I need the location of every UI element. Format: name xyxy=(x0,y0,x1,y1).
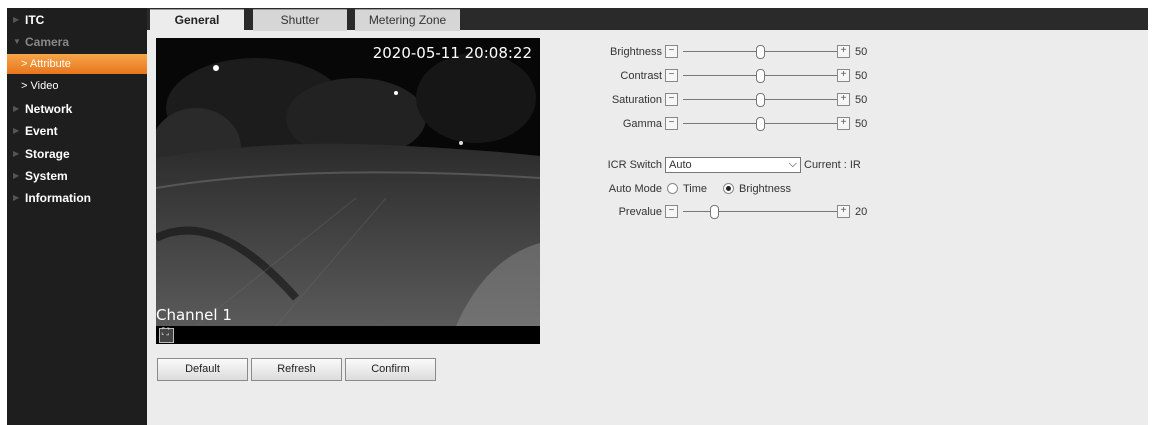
gamma-slider-row: Gamma − +50 xyxy=(587,116,887,132)
chevron-down-icon: ⌵ xyxy=(788,158,797,170)
sidebar-item-label: Storage xyxy=(25,147,70,161)
saturation-slider-label: Saturation xyxy=(611,94,662,106)
collapsed-arrow-icon: ▶ xyxy=(13,104,20,113)
camera-scene xyxy=(156,38,540,326)
decrease-icon[interactable]: − xyxy=(665,205,678,218)
auto-mode-label: Auto Mode xyxy=(608,183,662,195)
sidebar-item-system[interactable]: ▶ System xyxy=(7,166,147,186)
collapsed-arrow-icon: ▶ xyxy=(13,149,20,158)
sidebar-item-itc[interactable]: ▶ ITC xyxy=(7,10,147,30)
confirm-button[interactable]: Confirm xyxy=(345,358,436,381)
prevalue-slider-label: Prevalue xyxy=(618,206,662,218)
tab-metering-zone[interactable]: Metering Zone xyxy=(355,9,460,31)
sidebar-item-label: Video xyxy=(30,80,59,92)
collapsed-arrow-icon: ▶ xyxy=(13,171,20,180)
icr-current-status: Current : IR xyxy=(804,159,861,171)
auto-mode-row: Auto Mode Time Brightness xyxy=(587,181,887,197)
sidebar-item-label: Event xyxy=(25,124,58,138)
default-button[interactable]: Default xyxy=(157,358,248,381)
icr-switch-label: ICR Switch xyxy=(607,159,662,171)
sidebar-item-information[interactable]: ▶ Information xyxy=(7,188,147,208)
fullscreen-icon[interactable]: ⛶ xyxy=(159,327,174,343)
contrast-slider-thumb[interactable] xyxy=(756,69,765,83)
decrease-icon[interactable]: − xyxy=(665,45,678,58)
refresh-button[interactable]: Refresh xyxy=(251,358,342,381)
prevalue-slider-row: Prevalue − +20 xyxy=(587,204,887,220)
video-channel-label: Channel 1 xyxy=(156,306,232,324)
prevalue-slider-track[interactable] xyxy=(683,211,837,212)
decrease-icon[interactable]: − xyxy=(665,69,678,82)
collapsed-arrow-icon: ▶ xyxy=(13,15,20,24)
sidebar-item-label: Camera xyxy=(25,35,70,49)
collapsed-arrow-icon: ▶ xyxy=(13,193,20,202)
icr-switch-select[interactable]: Auto ⌵ xyxy=(665,157,801,173)
sidebar-item-event[interactable]: ▶ Event xyxy=(7,121,147,141)
sidebar-item-video[interactable]: > Video xyxy=(7,76,147,96)
brightness-slider-label: Brightness xyxy=(610,46,662,58)
sidebar-item-label: Attribute xyxy=(29,58,71,70)
video-toolbar: ⛶ xyxy=(156,326,540,344)
sidebar-item-storage[interactable]: ▶ Storage xyxy=(7,144,147,164)
chevron-right-icon: > xyxy=(21,58,28,70)
increase-icon[interactable]: + xyxy=(837,93,850,106)
sidebar-item-attribute[interactable]: > Attribute xyxy=(7,54,147,74)
prevalue-slider-thumb[interactable] xyxy=(709,205,719,219)
icr-row: ICR Switch Auto ⌵ Current : IR xyxy=(587,157,887,173)
contrast-slider-label: Contrast xyxy=(620,70,662,82)
decrease-icon[interactable]: − xyxy=(665,117,678,130)
tab-shutter[interactable]: Shutter xyxy=(253,9,347,31)
increase-icon[interactable]: + xyxy=(837,45,850,58)
main-panel: General Shutter Metering Zone 2020-05-11… xyxy=(147,8,1148,425)
tab-general[interactable]: General xyxy=(150,9,244,31)
sidebar-item-label: System xyxy=(25,169,68,183)
contrast-slider-row: Contrast − +50 xyxy=(587,68,887,84)
radio-time[interactable] xyxy=(667,183,678,194)
sidebar: ▶ ITC ▼ Camera > Attribute > Video ▶ Net… xyxy=(7,8,147,425)
chevron-right-icon: > xyxy=(21,80,28,92)
saturation-slider-thumb[interactable] xyxy=(756,93,765,107)
increase-icon[interactable]: + xyxy=(837,205,850,218)
decrease-icon[interactable]: − xyxy=(665,93,678,106)
video-preview[interactable]: 2020-05-11 20:08:22 Channel 1 xyxy=(156,38,540,326)
icr-selected-value: Auto xyxy=(669,159,692,171)
gamma-slider-thumb[interactable] xyxy=(756,117,765,131)
increase-icon[interactable]: + xyxy=(837,117,850,130)
saturation-slider-value: 50 xyxy=(855,94,868,106)
contrast-slider-value: 50 xyxy=(855,70,868,82)
sidebar-item-label: Information xyxy=(25,191,91,205)
brightness-slider-thumb[interactable] xyxy=(756,45,765,59)
sidebar-item-label: Network xyxy=(25,102,73,116)
radio-brightness-label: Brightness xyxy=(739,183,791,195)
collapsed-arrow-icon: ▶ xyxy=(13,126,20,135)
sidebar-item-camera[interactable]: ▼ Camera xyxy=(7,32,147,52)
tab-bar: General Shutter Metering Zone xyxy=(147,8,1148,31)
sidebar-item-network[interactable]: ▶ Network xyxy=(7,99,147,119)
gamma-slider-value: 50 xyxy=(855,118,868,130)
expanded-arrow-icon: ▼ xyxy=(13,37,21,46)
increase-icon[interactable]: + xyxy=(837,69,850,82)
radio-brightness[interactable] xyxy=(723,183,734,194)
brightness-slider-value: 50 xyxy=(855,46,868,58)
saturation-slider-row: Saturation − +50 xyxy=(587,92,887,108)
prevalue-slider-value: 20 xyxy=(855,206,868,218)
video-timestamp: 2020-05-11 20:08:22 xyxy=(372,44,532,62)
radio-time-label: Time xyxy=(683,183,708,195)
brightness-slider-row: Brightness − +50 xyxy=(587,44,887,60)
gamma-slider-label: Gamma xyxy=(622,118,662,130)
sidebar-item-label: ITC xyxy=(25,13,45,27)
